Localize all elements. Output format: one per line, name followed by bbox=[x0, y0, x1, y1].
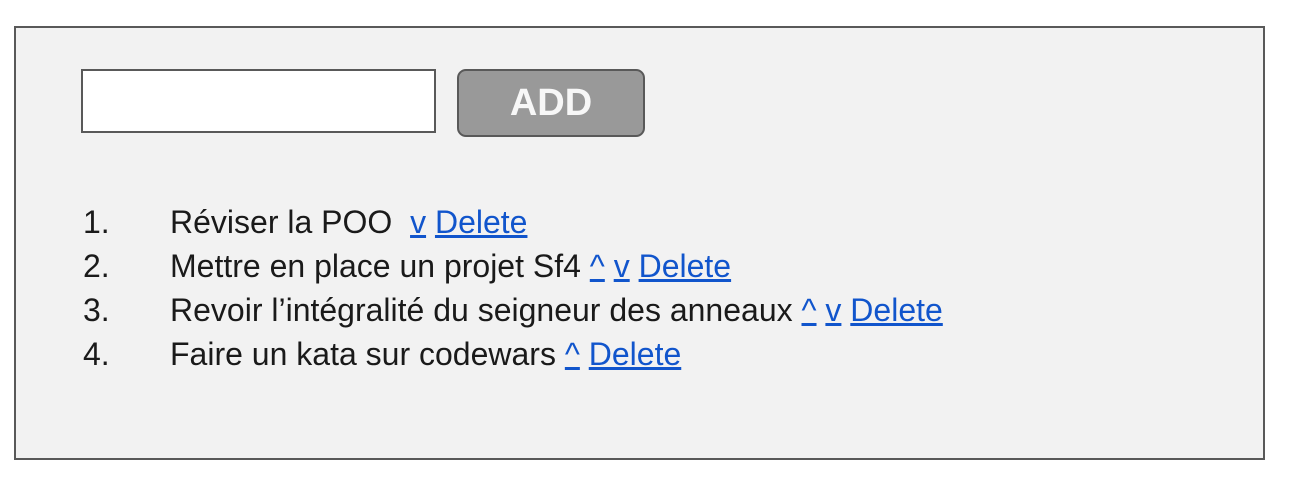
delete-link[interactable]: Delete bbox=[639, 248, 732, 284]
add-button[interactable]: ADD bbox=[457, 69, 645, 137]
todo-app-panel: ADD 1. Réviser la POO v Delete 2. Mettre e… bbox=[14, 26, 1265, 460]
todo-item-number: 2. bbox=[83, 248, 110, 284]
todo-item-number: 4. bbox=[83, 336, 110, 372]
todo-item-text: Faire un kata sur codewars bbox=[170, 336, 556, 372]
todo-item: 4. Faire un kata sur codewars ^ Delete bbox=[83, 332, 943, 376]
new-todo-input[interactable] bbox=[81, 69, 436, 133]
todo-item-text: Mettre en place un projet Sf4 bbox=[170, 248, 581, 284]
todo-item-text: Revoir l’intégralité du seigneur des ann… bbox=[170, 292, 793, 328]
move-up-link[interactable]: ^ bbox=[590, 248, 605, 284]
move-up-link[interactable]: ^ bbox=[565, 336, 580, 372]
move-down-link[interactable]: v bbox=[614, 248, 630, 284]
move-down-link[interactable]: v bbox=[825, 292, 841, 328]
move-down-link[interactable]: v bbox=[410, 204, 426, 240]
todo-list: 1. Réviser la POO v Delete 2. Mettre en pl… bbox=[83, 200, 943, 376]
delete-link[interactable]: Delete bbox=[850, 292, 943, 328]
move-up-link[interactable]: ^ bbox=[802, 292, 817, 328]
todo-item: 2. Mettre en place un projet Sf4 ^ v Dele… bbox=[83, 244, 943, 288]
delete-link[interactable]: Delete bbox=[589, 336, 682, 372]
todo-item-number: 1. bbox=[83, 204, 110, 240]
todo-item-text: Réviser la POO bbox=[170, 204, 393, 240]
delete-link[interactable]: Delete bbox=[435, 204, 528, 240]
todo-item: 3. Revoir l’intégralité du seigneur des a… bbox=[83, 288, 943, 332]
todo-item: 1. Réviser la POO v Delete bbox=[83, 200, 943, 244]
todo-item-number: 3. bbox=[83, 292, 110, 328]
